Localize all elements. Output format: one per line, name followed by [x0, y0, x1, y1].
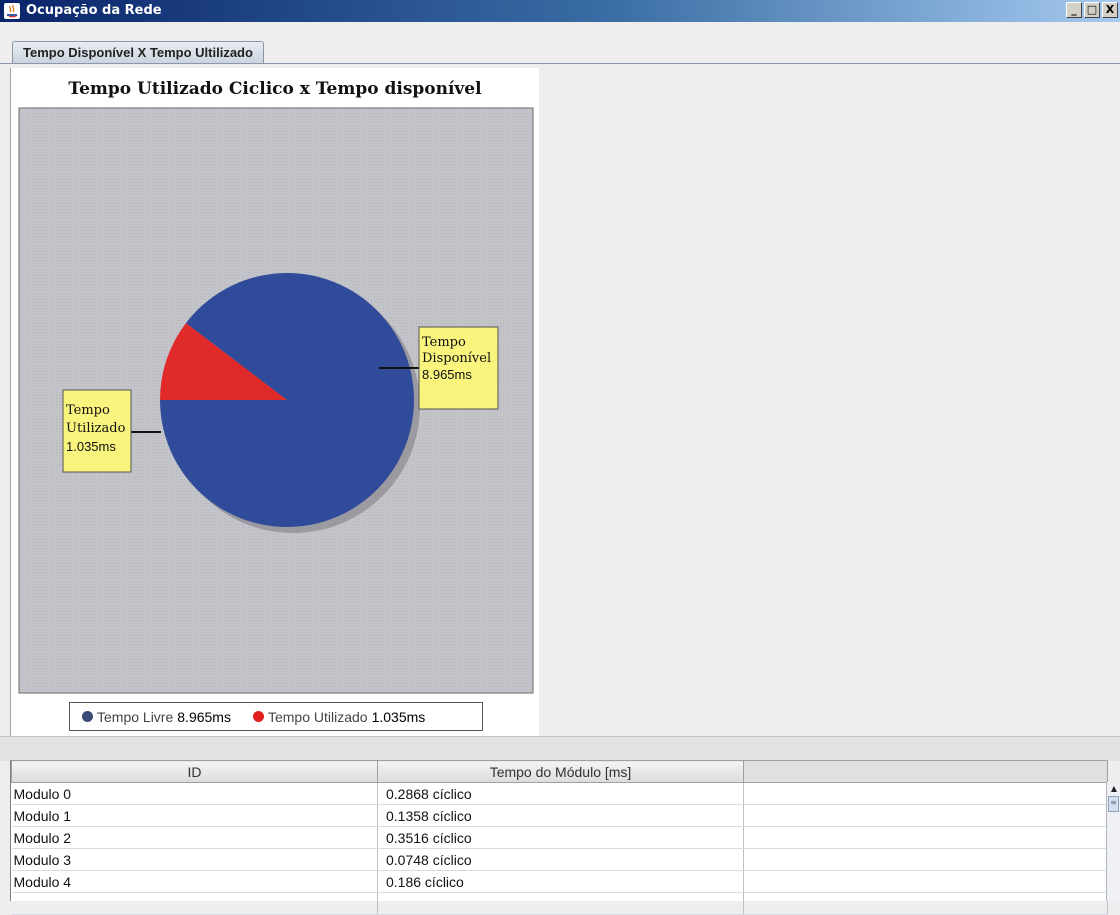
- tab-divider: [0, 63, 1120, 64]
- modules-table-container: ID Tempo do Módulo [ms] Modulo 0 0.2868 c…: [10, 760, 1108, 915]
- label-disponivel-line1: Tempo: [422, 335, 466, 350]
- cell-tempo-modulo: 0.186 cíclico: [377, 870, 744, 893]
- cell-empty: [743, 848, 1108, 871]
- cell-tempo-modulo: 0.3516 cíclico: [377, 826, 744, 849]
- window-title: Ocupação da Rede: [26, 3, 162, 18]
- cell-id: Modulo 1: [11, 804, 378, 827]
- legend-label-tempo-livre: Tempo Livre: [97, 708, 174, 725]
- maximize-button[interactable]: □: [1084, 2, 1100, 18]
- tab-content-panel: Tempo Utilizado Ciclico x Tempo disponív…: [10, 68, 1120, 736]
- column-header-id[interactable]: ID: [11, 760, 378, 783]
- minimize-button[interactable]: _: [1066, 2, 1082, 18]
- table-scrollbar[interactable]: ▲ ≡: [1106, 782, 1120, 901]
- cell-id: Modulo 0: [11, 782, 378, 805]
- close-button[interactable]: X: [1102, 2, 1118, 18]
- tab-tempo-disponivel[interactable]: Tempo Disponível X Tempo Ultilizado: [12, 41, 264, 64]
- column-header-tempo-modulo[interactable]: Tempo do Módulo [ms]: [377, 760, 744, 783]
- legend-item-tempo-utilizado: Tempo Utilizado 1.035ms: [252, 708, 426, 725]
- chart-legend: Tempo Livre 8.965ms Tempo Utilizado 1.03…: [69, 702, 483, 731]
- column-header-empty[interactable]: [743, 760, 1108, 783]
- chart-svg: Tempo Disponível 8.965ms Tempo Utilizado…: [18, 107, 534, 694]
- table-row[interactable]: Modulo 4 0.186 cíclico: [11, 870, 1108, 893]
- legend-swatch-tempo-livre: [82, 711, 93, 722]
- cell-tempo-modulo: 0.2868 cíclico: [377, 782, 744, 805]
- legend-swatch-tempo-utilizado: [252, 711, 264, 722]
- table-header-row: ID Tempo do Módulo [ms]: [11, 760, 1108, 783]
- cell-empty: [743, 870, 1108, 893]
- label-utilizado-line1: Tempo: [66, 403, 110, 418]
- legend-label-tempo-utilizado: Tempo Utilizado: [267, 708, 368, 725]
- pie-chart-panel: Tempo Utilizado Ciclico x Tempo disponív…: [11, 68, 539, 736]
- table-row[interactable]: Modulo 1 0.1358 cíclico: [11, 804, 1108, 827]
- window-title-bar: Ocupação da Rede _ □ X: [0, 0, 1120, 22]
- legend-value-tempo-utilizado: 1.035ms: [371, 708, 426, 725]
- table-row[interactable]: Modulo 3 0.0748 cíclico: [11, 848, 1108, 871]
- legend-item-tempo-livre: Tempo Livre 8.965ms: [82, 709, 231, 725]
- label-disponivel-value: 8.965ms: [422, 367, 472, 382]
- table-row[interactable]: Modulo 2 0.3516 cíclico: [11, 826, 1108, 849]
- cell-id: Modulo 2: [11, 826, 378, 849]
- cell-tempo-modulo: 0.0748 cíclico: [377, 848, 744, 871]
- label-utilizado-value: 1.035ms: [66, 439, 116, 454]
- modules-table: ID Tempo do Módulo [ms] Modulo 0 0.2868 c…: [11, 760, 1108, 915]
- cell-tempo-modulo: [377, 892, 744, 915]
- split-divider[interactable]: [0, 736, 1120, 761]
- cell-id: [11, 892, 378, 915]
- table-row[interactable]: Modulo 0 0.2868 cíclico: [11, 782, 1108, 805]
- label-box-utilizado: Tempo Utilizado 1.035ms: [62, 389, 132, 473]
- java-app-icon: [4, 3, 20, 19]
- cell-empty: [743, 782, 1108, 805]
- cell-empty: [743, 804, 1108, 827]
- cell-tempo-modulo: 0.1358 cíclico: [377, 804, 744, 827]
- scroll-up-arrow-icon[interactable]: ▲: [1107, 782, 1120, 796]
- label-utilizado-line2: Utilizado: [66, 421, 126, 436]
- legend-value-tempo-livre: 8.965ms: [177, 708, 231, 725]
- cell-empty: [743, 826, 1108, 849]
- cell-id: Modulo 3: [11, 848, 378, 871]
- label-box-disponivel: Tempo Disponível 8.965ms: [418, 326, 499, 410]
- cell-empty: [743, 892, 1108, 915]
- cell-id: Modulo 4: [11, 870, 378, 893]
- table-row[interactable]: [11, 892, 1108, 915]
- scroll-thumb[interactable]: ≡: [1108, 796, 1119, 812]
- label-disponivel-line2: Disponível: [422, 351, 491, 366]
- tab-strip: Tempo Disponível X Tempo Ultilizado: [0, 22, 1120, 68]
